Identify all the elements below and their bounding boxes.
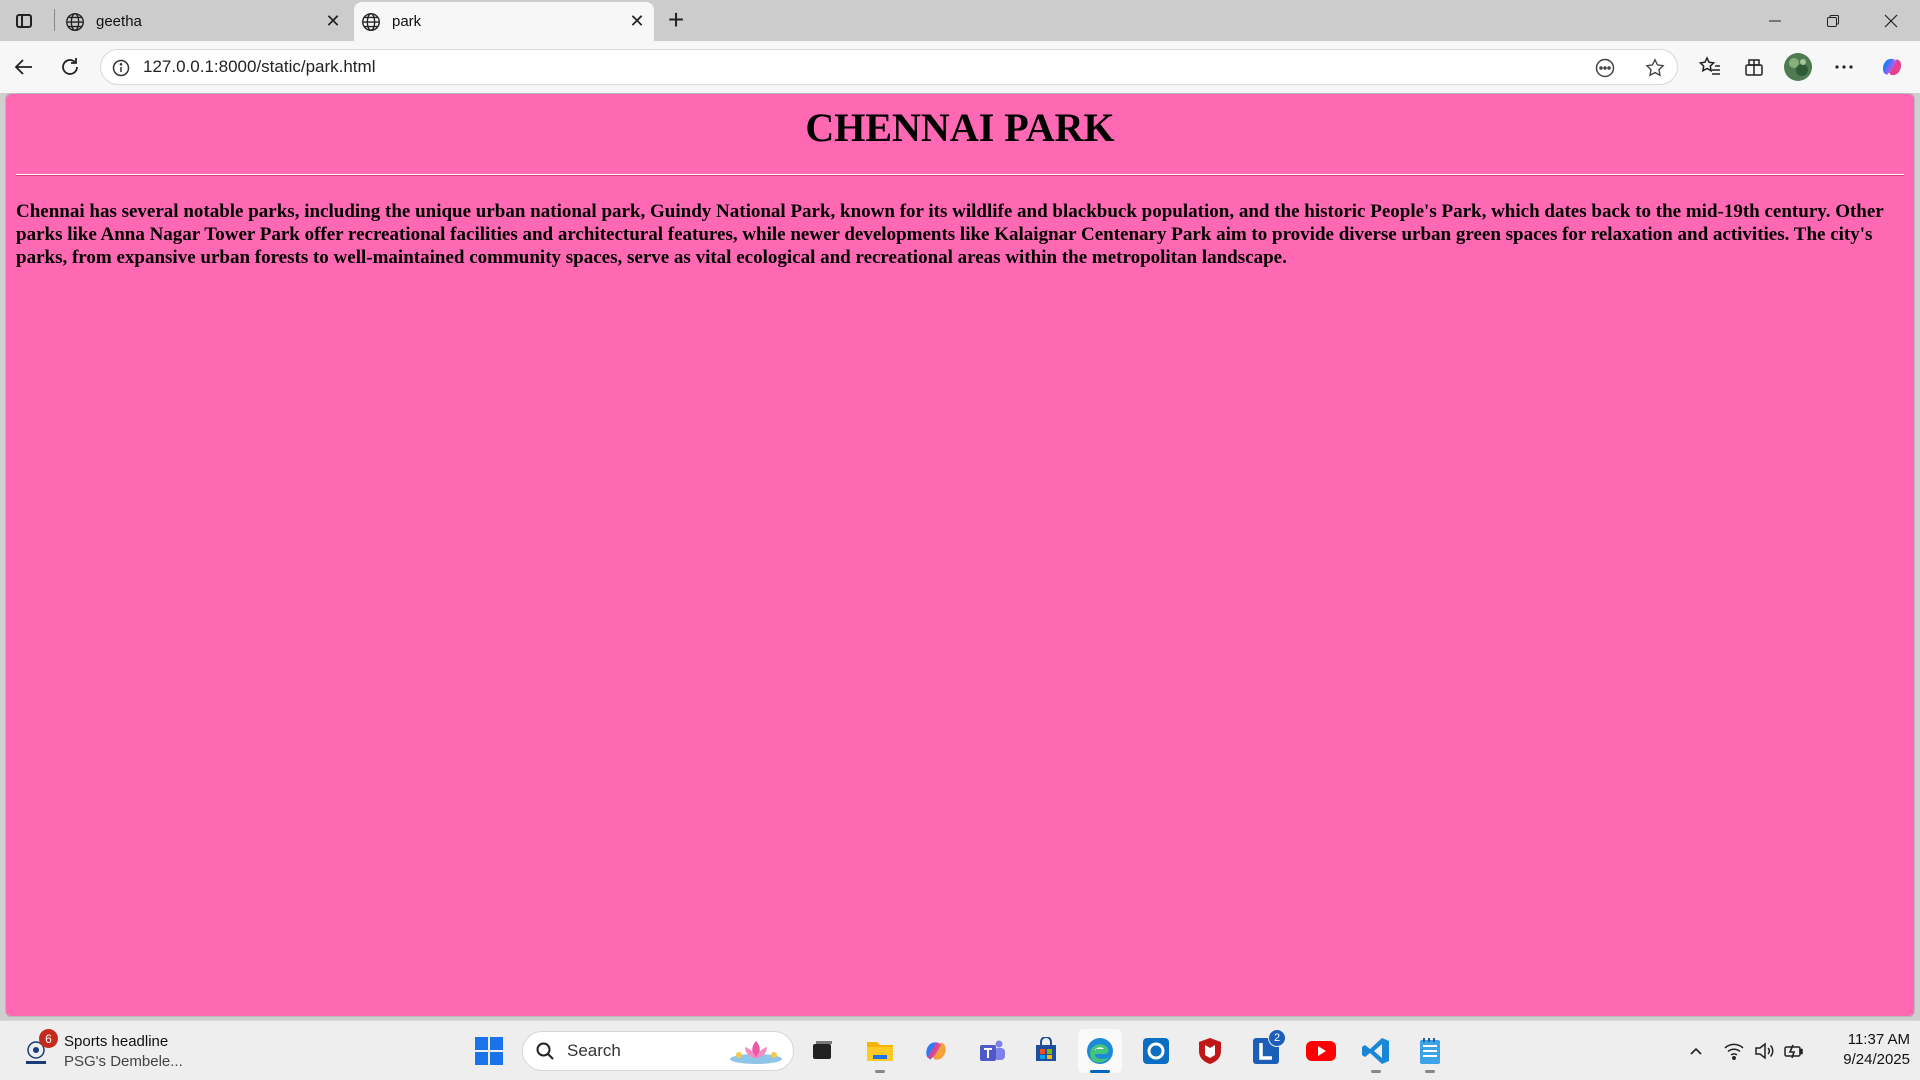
teams-button[interactable] xyxy=(970,1029,1014,1073)
teams-icon xyxy=(980,1040,1005,1061)
horizontal-rule xyxy=(16,174,1904,176)
tab-park[interactable]: park ✕ xyxy=(354,2,654,41)
file-explorer-button[interactable] xyxy=(858,1029,902,1073)
system-clock[interactable]: 11:37 AM 9/24/2025 xyxy=(1820,1030,1910,1070)
tab-geetha[interactable]: geetha ✕ xyxy=(58,2,350,41)
running-indicator xyxy=(1425,1070,1435,1073)
youtube-button[interactable] xyxy=(1299,1029,1343,1073)
search-icon xyxy=(536,1042,554,1060)
tab-title: geetha xyxy=(96,13,142,30)
clock-time: 11:37 AM xyxy=(1847,1031,1910,1048)
copilot-icon xyxy=(1882,58,1902,76)
refresh-icon xyxy=(62,58,78,75)
edge-button[interactable] xyxy=(1078,1029,1122,1073)
avatar xyxy=(1784,53,1812,81)
volume-button[interactable] xyxy=(1750,1035,1778,1067)
copilot-icon xyxy=(926,1042,946,1060)
close-window-button[interactable] xyxy=(1862,0,1920,41)
cortana-button[interactable] xyxy=(1134,1029,1178,1073)
search-label: Search xyxy=(567,1041,621,1060)
read-aloud-button[interactable] xyxy=(1591,54,1619,82)
wifi-icon xyxy=(1724,1043,1744,1060)
microsoft-store-button[interactable] xyxy=(1024,1029,1068,1073)
minimize-icon xyxy=(1769,20,1781,21)
battery-button[interactable] xyxy=(1780,1035,1808,1067)
lotus-search-highlight-icon xyxy=(730,1041,782,1064)
new-tab-button[interactable]: + xyxy=(662,4,690,35)
running-indicator xyxy=(875,1070,885,1073)
favorites-icon xyxy=(1698,56,1720,75)
profile-button[interactable] xyxy=(1782,51,1814,83)
site-info-icon[interactable] xyxy=(111,58,131,78)
taskbar: 6 Sports headline PSG's Dembele... Searc… xyxy=(0,1020,1920,1080)
page-title: CHENNAI PARK xyxy=(805,105,1115,150)
tab-title: park xyxy=(392,13,422,30)
running-indicator xyxy=(1090,1070,1110,1073)
chevron-up-icon xyxy=(1690,1047,1702,1055)
close-icon xyxy=(1884,14,1898,27)
close-tab-icon[interactable]: ✕ xyxy=(626,11,648,33)
notification-badge: 6 xyxy=(39,1029,58,1048)
battery-charging-icon xyxy=(1784,1044,1803,1059)
refresh-button[interactable] xyxy=(54,51,86,83)
tab-strip: geetha ✕ park ✕ + xyxy=(0,0,1920,41)
globe-icon xyxy=(362,12,380,31)
globe-icon xyxy=(66,12,84,31)
notepad-icon xyxy=(1420,1038,1440,1064)
restore-button[interactable] xyxy=(1804,0,1862,41)
more-page-icon xyxy=(1595,58,1615,78)
news-widget[interactable]: 6 Sports headline PSG's Dembele... xyxy=(22,1029,202,1073)
address-bar[interactable]: 127.0.0.1:8000/static/park.html xyxy=(100,49,1678,85)
speaker-icon xyxy=(1755,1042,1774,1060)
back-button[interactable] xyxy=(8,51,40,83)
notification-badge: 2 xyxy=(1268,1029,1286,1047)
url-text[interactable]: 127.0.0.1:8000/static/park.html xyxy=(143,50,375,84)
taskbar-search[interactable]: Search xyxy=(522,1031,794,1071)
youtube-icon xyxy=(1306,1041,1336,1061)
task-view-icon xyxy=(813,1041,832,1059)
clock-date: 9/24/2025 xyxy=(1843,1051,1910,1068)
widget-headline: Sports headline xyxy=(64,1033,169,1050)
store-icon xyxy=(1036,1037,1056,1061)
collections-button[interactable] xyxy=(1738,51,1770,83)
tab-actions-icon xyxy=(16,14,32,28)
browser-toolbar: 127.0.0.1:8000/static/park.html xyxy=(0,41,1920,93)
widget-subtext: PSG's Dembele... xyxy=(64,1053,183,1070)
ellipsis-icon xyxy=(1835,65,1853,69)
vscode-icon xyxy=(1362,1038,1389,1064)
add-favorite-button[interactable] xyxy=(1641,54,1669,82)
running-indicator xyxy=(1371,1070,1381,1073)
notepad-button[interactable] xyxy=(1408,1029,1452,1073)
close-tab-icon[interactable]: ✕ xyxy=(322,11,344,33)
edge-icon xyxy=(1087,1038,1113,1064)
favorites-button[interactable] xyxy=(1694,51,1726,83)
tab-actions-button[interactable] xyxy=(11,8,37,34)
network-button[interactable] xyxy=(1720,1035,1748,1067)
star-icon xyxy=(1645,58,1665,77)
cortana-icon xyxy=(1143,1038,1169,1064)
back-arrow-icon xyxy=(14,59,32,75)
l-app-button[interactable]: 2 xyxy=(1244,1029,1288,1073)
vscode-button[interactable] xyxy=(1354,1029,1398,1073)
tab-divider xyxy=(54,9,55,31)
folder-icon xyxy=(867,1042,893,1061)
start-button[interactable] xyxy=(467,1029,511,1073)
copilot-app-button[interactable] xyxy=(914,1029,958,1073)
collections-icon xyxy=(1745,59,1763,76)
page-viewport: CHENNAI PARK Chennai has several notable… xyxy=(5,93,1915,1017)
page-paragraph: Chennai has several notable parks, inclu… xyxy=(16,201,1884,268)
task-view-button[interactable] xyxy=(800,1029,844,1073)
minimize-button[interactable] xyxy=(1746,0,1804,41)
copilot-button[interactable] xyxy=(1876,51,1908,83)
show-hidden-icons-button[interactable] xyxy=(1682,1035,1710,1067)
mcafee-button[interactable] xyxy=(1188,1029,1232,1073)
windows-icon xyxy=(475,1037,503,1065)
mcafee-shield-icon xyxy=(1199,1038,1221,1064)
restore-icon xyxy=(1827,14,1839,27)
settings-more-button[interactable] xyxy=(1828,51,1860,83)
